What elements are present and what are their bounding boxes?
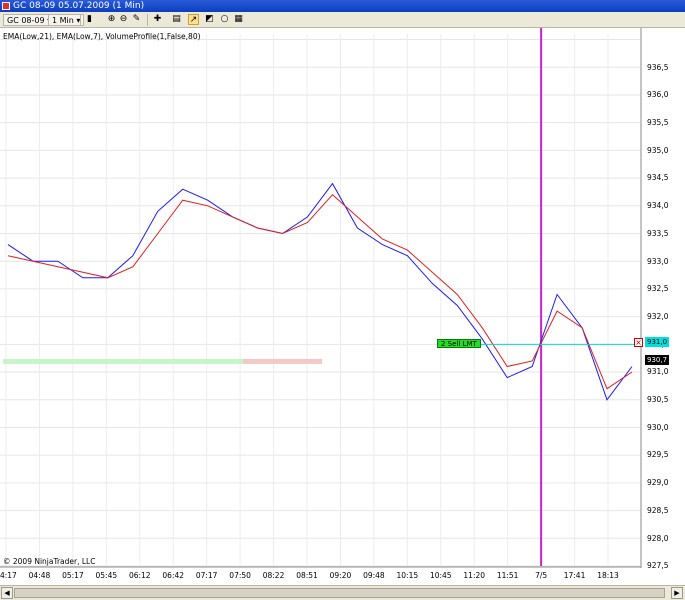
sell-limit-order-tag[interactable]: 2 Sell LMT (437, 339, 481, 348)
pencil-icon[interactable]: ✎ (131, 14, 142, 25)
x-tick-label: 11:20 (463, 571, 486, 580)
y-tick-label: 927,5 (647, 561, 669, 571)
title-bar: GC 08-09 05.07.2009 (1 Min) (0, 0, 685, 12)
y-tick-label: 930,5 (647, 395, 669, 405)
y-tick-label: 931,0 (647, 367, 669, 377)
x-tick-label: 10:45 (429, 571, 452, 580)
y-tick-label: 933,5 (647, 228, 669, 238)
volume-profile-buy-bar (3, 358, 243, 364)
bar-chart-icon[interactable]: ▮ (84, 14, 95, 25)
x-tick-label: 07:50 (229, 571, 251, 580)
x-tick-label: 06:12 (128, 571, 151, 580)
circle-icon[interactable]: ○ (219, 14, 230, 25)
y-tick-label: 935,5 (647, 117, 669, 127)
copyright-label: © 2009 NinjaTrader, LLC (3, 557, 96, 566)
app-icon (2, 2, 10, 10)
horizontal-scrollbar[interactable]: ◀ ▶ (0, 585, 685, 600)
y-tick-label: 932,0 (647, 311, 669, 321)
x-tick-label: 18:13 (597, 571, 619, 580)
x-tick-label: 11:51 (496, 571, 519, 580)
x-tick-label: 17:41 (563, 571, 586, 580)
properties-icon[interactable]: ▤ (171, 14, 182, 25)
instrument-label: GC 08-09 (7, 16, 45, 25)
y-tick-label: 930,0 (647, 422, 669, 432)
chart-panel[interactable]: EMA(Low,21), EMA(Low,7), VolumeProfile(1… (0, 28, 685, 598)
y-tick-label: 936,0 (647, 90, 669, 100)
scroll-left-button[interactable]: ◀ (1, 587, 13, 599)
scroll-right-button[interactable]: ▶ (671, 587, 683, 599)
y-tick-label: 934,5 (647, 173, 669, 183)
x-tick-label: 04:48 (28, 571, 51, 580)
price-chart[interactable] (0, 28, 685, 596)
y-tick-label: 933,0 (647, 256, 669, 266)
x-tick-label: 10:15 (396, 571, 419, 580)
x-tick-label: 08:22 (262, 571, 285, 580)
x-tick-label: 05:17 (62, 571, 84, 580)
x-tick-label: 09:20 (329, 571, 352, 580)
x-tick-label: 04:17 (0, 571, 17, 580)
zoom-in-icon[interactable]: ⊕ (106, 14, 117, 25)
y-tick-label: 932,5 (647, 284, 669, 294)
y-tick-label: 936,5 (647, 62, 669, 72)
data-box-icon[interactable]: ◩ (204, 14, 215, 25)
y-tick-label: 928,5 (647, 505, 669, 515)
last-price-tag: 930,7 (645, 355, 670, 365)
x-tick-label: 06:42 (162, 571, 185, 580)
scroll-thumb[interactable] (14, 588, 665, 598)
cancel-order-icon[interactable]: × (634, 338, 643, 347)
crosshair-icon[interactable]: ✚ (152, 14, 163, 25)
x-tick-label: 05:45 (95, 571, 118, 580)
ema-line-7 (7, 182, 633, 401)
x-tick-label: 09:48 (363, 571, 385, 580)
y-tick-label: 929,0 (647, 478, 669, 488)
volume-profile-sell-bar (243, 358, 322, 364)
order-price-tag: 931,0 (645, 337, 670, 347)
toolbar-divider (80, 14, 81, 26)
y-tick-label: 928,0 (647, 533, 669, 543)
window-title: GC 08-09 05.07.2009 (1 Min) (13, 1, 145, 11)
interval-label: 1 Min (52, 16, 74, 25)
grid-icon[interactable]: ▦ (233, 14, 244, 25)
chart-trader-icon[interactable]: ↗ (188, 14, 199, 25)
x-tick-label: 07:17 (195, 571, 218, 580)
zoom-out-icon[interactable]: ⊖ (118, 14, 129, 25)
interval-dropdown[interactable]: 1 Min ▾ (48, 14, 85, 26)
x-tick-label: 7/5 (535, 571, 548, 580)
y-tick-label: 934,0 (647, 201, 669, 211)
y-tick-label: 935,0 (647, 145, 669, 155)
toolbar-divider (147, 14, 148, 26)
chart-toolbar: GC 08-09 ▾ 1 Min ▾ ▮ ⊕ ⊖ ✎ ✚ ▤ ↗ ◩ ○ ▦ (0, 12, 685, 28)
indicator-legend: EMA(Low,21), EMA(Low,7), VolumeProfile(1… (3, 32, 201, 41)
y-tick-label: 929,5 (647, 450, 669, 460)
x-tick-label: 08:51 (296, 571, 318, 580)
